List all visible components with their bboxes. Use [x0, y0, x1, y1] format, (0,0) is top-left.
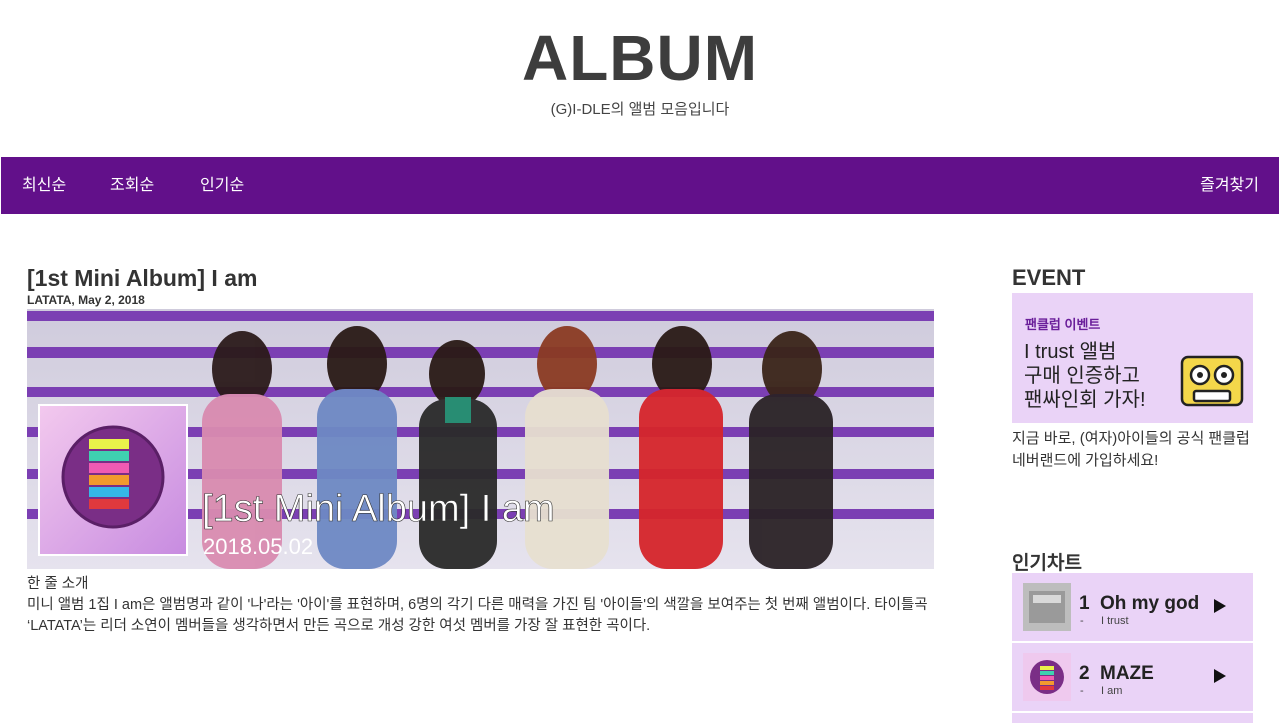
- chart-dash: -: [1080, 685, 1084, 697]
- banner-title: [1st Mini Album] I am: [202, 488, 555, 530]
- album-banner-image: [1st Mini Album] I am 2018.05.02: [27, 309, 934, 569]
- cassette-tape-icon: [1180, 355, 1244, 407]
- event-banner[interactable]: 팬클럽 이벤트 I trust 앨범 구매 인증하고 팬싸인회 가자!: [1012, 293, 1253, 423]
- intro-heading: 한 줄 소개: [27, 576, 89, 592]
- event-heading: EVENT: [1012, 265, 1086, 290]
- album-thumbnail: [1023, 583, 1071, 631]
- post-intro: 한 줄 소개 미니 앨범 1집 I am은 앨범명과 같이 '나'라는 '아이'…: [27, 574, 937, 637]
- chart-item[interactable]: 2 MAZE - I am: [1012, 643, 1253, 711]
- sidebar: EVENT 팬클럽 이벤트 I trust 앨범 구매 인증하고 팬싸인회 가자…: [1012, 265, 1254, 723]
- event-description: 지금 바로, (여자)아이들의 공식 팬클럽 네버랜드에 가입하세요!: [1012, 430, 1250, 469]
- play-icon[interactable]: [1214, 599, 1226, 613]
- post-meta: LATATA, May 2, 2018: [27, 293, 145, 307]
- chart-dash: -: [1080, 615, 1084, 627]
- intro-text: 미니 앨범 1집 I am은 앨범명과 같이 '나'라는 '아이'를 표현하며,…: [27, 597, 928, 634]
- page-title: ALBUM: [521, 22, 759, 94]
- post-title[interactable]: [1st Mini Album] I am: [27, 265, 257, 292]
- navbar: 최신순 조회순 인기순 즐겨찾기: [1, 157, 1279, 214]
- album-thumbnail: [1023, 653, 1071, 701]
- chart-item[interactable]: 1 Oh my god - I trust: [1012, 573, 1253, 641]
- chart-song-title: MAZE: [1100, 663, 1154, 684]
- nav-item-views[interactable]: 조회순: [110, 157, 154, 214]
- nav-item-popular[interactable]: 인기순: [200, 157, 244, 214]
- banner-photo: [1st Mini Album] I am 2018.05.02: [27, 309, 934, 569]
- site-header: ALBUM (G)I-DLE의 앨범 모음입니다: [0, 0, 1280, 156]
- banner-date: 2018.05.02: [203, 534, 313, 559]
- page-subtitle: (G)I-DLE의 앨범 모음입니다: [550, 101, 730, 118]
- chart-album: I trust: [1101, 615, 1129, 627]
- nav-item-favorites[interactable]: 즐겨찾기: [1200, 157, 1259, 214]
- event-line-3: 팬싸인회 가자!: [1024, 389, 1146, 411]
- nav-item-latest[interactable]: 최신순: [22, 157, 66, 214]
- event-tag: 팬클럽 이벤트: [1025, 317, 1101, 332]
- chart-song-title: Oh my god: [1100, 593, 1200, 614]
- chart-heading: 인기차트: [1012, 553, 1082, 574]
- chart-item-partial: [1012, 713, 1253, 723]
- chart-rank: 2: [1079, 663, 1090, 684]
- play-icon[interactable]: [1214, 669, 1226, 683]
- chart-album: I am: [1101, 685, 1123, 697]
- chart-rank: 1: [1079, 593, 1090, 614]
